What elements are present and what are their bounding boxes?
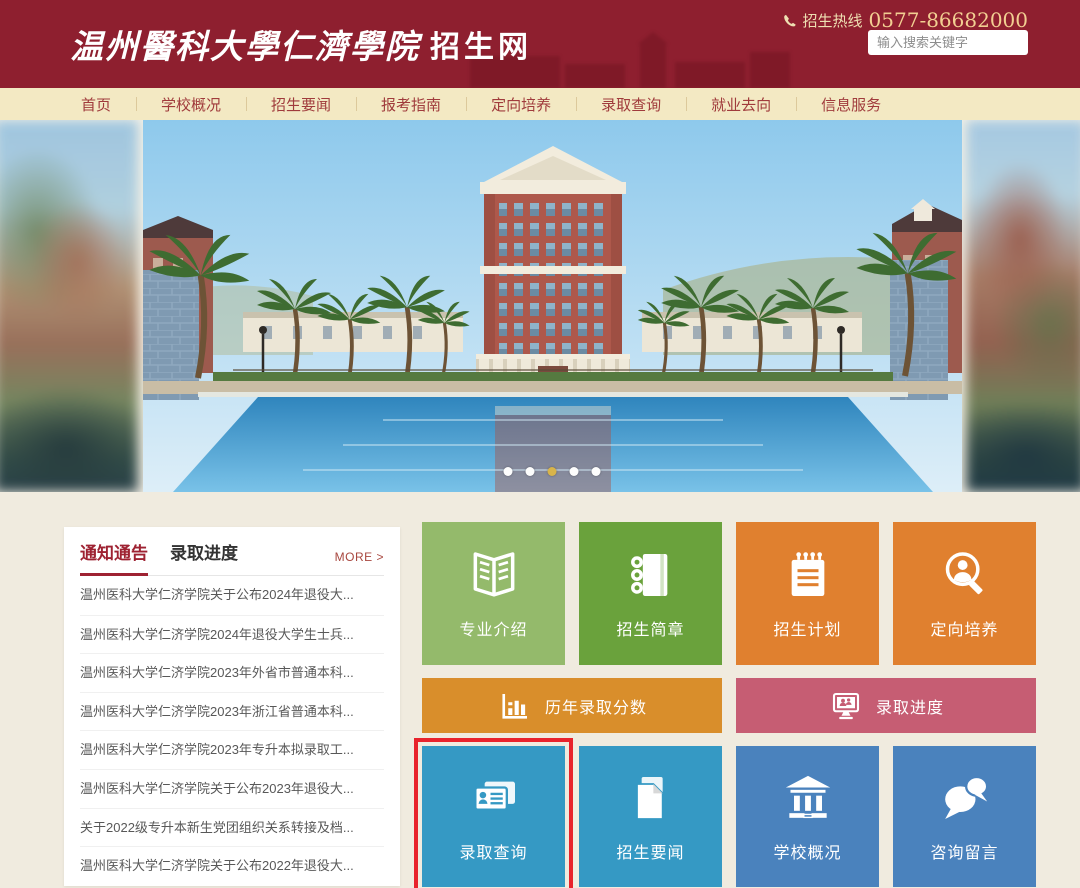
carousel-dot[interactable]: [570, 467, 579, 476]
hotline-label: 招生热线: [803, 10, 863, 31]
banner-label: 录取进度: [876, 694, 944, 718]
notice-list: 温州医科大学仁济学院关于公布2024年退役大...温州医科大学仁济学院2024年…: [80, 576, 384, 885]
search-input[interactable]: [868, 35, 1028, 50]
banner-label: 历年录取分数: [545, 694, 647, 718]
nav-item[interactable]: 就业去向: [686, 88, 796, 120]
feature-tile[interactable]: 定向培养: [893, 522, 1036, 665]
tile-label: 定向培养: [930, 616, 998, 640]
phone-icon: [782, 13, 797, 28]
monitor-icon: [828, 688, 864, 724]
nav-list: 首页学校概况招生要闻报考指南定向培养录取查询就业去向信息服务: [56, 88, 1080, 120]
id-card-icon: [466, 770, 522, 826]
feature-tile[interactable]: 招生要闻: [579, 746, 722, 887]
documents-icon: [623, 770, 679, 826]
tile-label: 招生简章: [616, 616, 684, 640]
tile-label: 录取查询: [459, 839, 527, 863]
hotline: 招生热线 0577-86682000: [782, 8, 1028, 32]
tile-label: 专业介绍: [459, 616, 527, 640]
admissions-homepage: 温州醫科大學仁濟學院 招生网 招生热线 0577-86682000 首页学校概况…: [0, 0, 1080, 888]
feature-tile[interactable]: 咨询留言: [893, 746, 1036, 887]
notice-item[interactable]: 温州医科大学仁济学院关于公布2023年退役大...: [80, 769, 384, 808]
carousel-prev-slide: [0, 120, 138, 492]
hotline-number: 0577-86682000: [869, 8, 1028, 32]
hero-main-building: [476, 146, 630, 380]
main-nav: 首页学校概况招生要闻报考指南定向培养录取查询就业去向信息服务: [0, 88, 1080, 120]
notice-panel: 通知通告录取进度 MORE > 温州医科大学仁济学院关于公布2024年退役大...…: [64, 527, 400, 886]
bank-icon: [780, 770, 836, 826]
feature-banner[interactable]: 录取进度: [736, 678, 1036, 733]
feature-tile[interactable]: 招生计划: [736, 522, 879, 665]
feature-tile[interactable]: 专业介绍: [422, 522, 565, 665]
notice-item[interactable]: 温州医科大学仁济学院2023年专升本拟录取工...: [80, 730, 384, 769]
notice-item[interactable]: 温州医科大学仁济学院2024年退役大学生士兵...: [80, 615, 384, 654]
notice-item[interactable]: 关于2022级专升本新生党团组织关系转接及档...: [80, 808, 384, 847]
site-header: 温州醫科大學仁濟學院 招生网 招生热线 0577-86682000: [0, 0, 1080, 88]
bar-chart-icon: [497, 688, 533, 724]
notice-item[interactable]: 温州医科大学仁济学院关于公布2022年退役大...: [80, 846, 384, 885]
hero-carousel: [0, 120, 1080, 492]
hero-campus-photo: [143, 120, 962, 492]
brochure-icon: [466, 547, 522, 603]
person-search-icon: [937, 547, 993, 603]
content-area: 通知通告录取进度MORE > 温州医科大学仁济学院关于公布2024年退役大...…: [0, 492, 1080, 888]
more-link[interactable]: MORE >: [335, 550, 384, 575]
logo-site-name: 招生网: [430, 22, 532, 66]
nav-item[interactable]: 定向培养: [466, 88, 576, 120]
tiles-row-3: 录取查询 招生要闻 学校概况 咨询留言: [422, 746, 1036, 887]
carousel-dots: [504, 467, 601, 476]
tiles-row-2: 历年录取分数 录取进度: [422, 678, 1036, 733]
nav-item[interactable]: 录取查询: [576, 88, 686, 120]
feature-tile[interactable]: 招生简章: [579, 522, 722, 665]
notice-item[interactable]: 温州医科大学仁济学院2023年外省市普通本科...: [80, 653, 384, 692]
notice-tab-row: 通知通告录取进度 MORE >: [80, 539, 384, 576]
carousel-dot[interactable]: [548, 467, 557, 476]
feature-tile[interactable]: 录取查询: [422, 746, 565, 887]
notebook-icon: [623, 547, 679, 603]
nav-item[interactable]: 报考指南: [356, 88, 466, 120]
tile-label: 招生计划: [773, 616, 841, 640]
carousel-dot[interactable]: [526, 467, 535, 476]
notice-tab[interactable]: 录取进度: [170, 539, 238, 576]
tile-label: 招生要闻: [616, 839, 684, 863]
logo-college-name: 温州醫科大學仁濟學院: [70, 20, 420, 68]
tile-label: 学校概况: [773, 839, 841, 863]
nav-item[interactable]: 信息服务: [796, 88, 906, 120]
feature-tile[interactable]: 学校概况: [736, 746, 879, 887]
notice-tab[interactable]: 通知通告: [80, 539, 148, 576]
feature-banner[interactable]: 历年录取分数: [422, 678, 722, 733]
carousel-next-slide: [966, 120, 1080, 492]
carousel-dot[interactable]: [504, 467, 513, 476]
nav-item[interactable]: 招生要闻: [246, 88, 356, 120]
notice-item[interactable]: 温州医科大学仁济学院关于公布2024年退役大...: [80, 576, 384, 615]
nav-item[interactable]: 学校概况: [136, 88, 246, 120]
carousel-dot[interactable]: [592, 467, 601, 476]
site-logo[interactable]: 温州醫科大學仁濟學院 招生网: [70, 0, 532, 88]
notice-item[interactable]: 温州医科大学仁济学院2023年浙江省普通本科...: [80, 692, 384, 731]
notepad-icon: [780, 547, 836, 603]
search-box: [868, 30, 1028, 55]
chat-icon: [937, 770, 993, 826]
tiles-row-1: 专业介绍 招生简章 招生计划 定向培养: [422, 522, 1036, 665]
tile-label: 咨询留言: [930, 839, 998, 863]
nav-item[interactable]: 首页: [56, 88, 136, 120]
